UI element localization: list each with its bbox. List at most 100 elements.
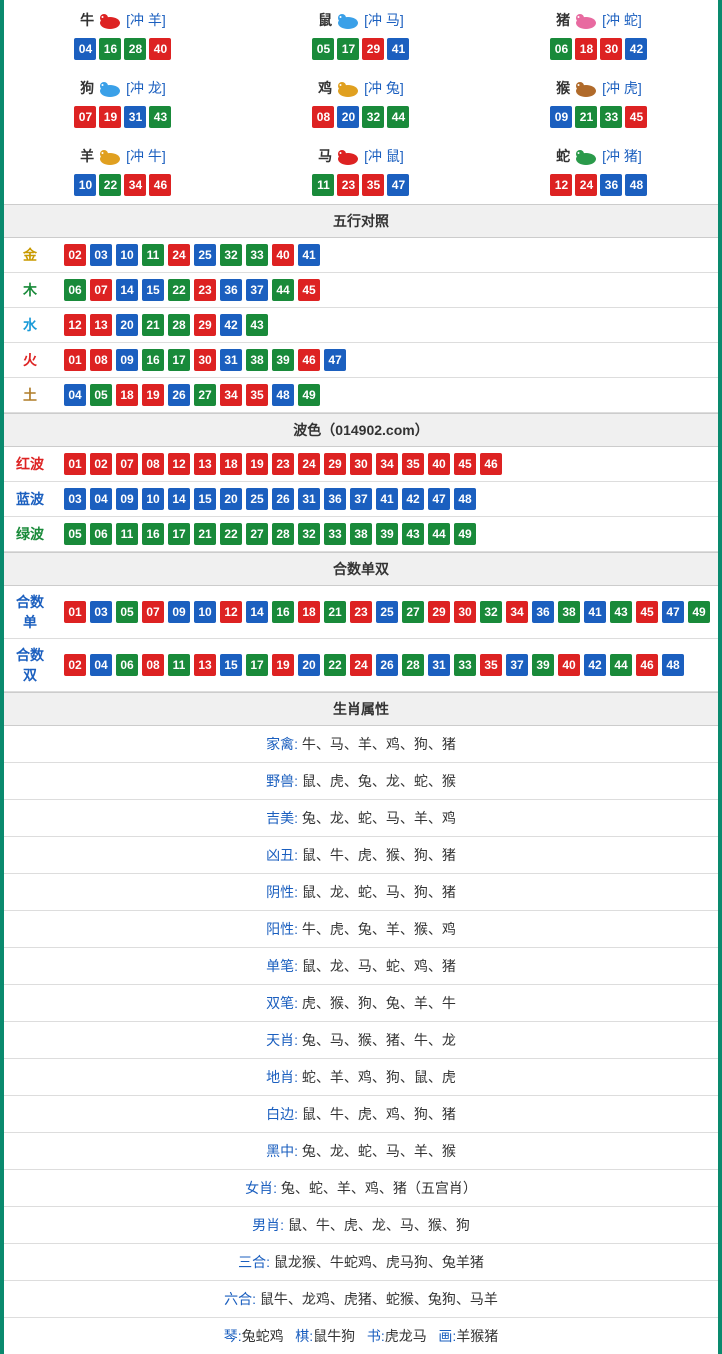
zodiac-icon xyxy=(572,9,600,31)
zodiac-cell: 猪 [冲 蛇] 06183042 xyxy=(481,4,717,66)
table-row: 水 1213202128294243 xyxy=(4,308,718,343)
number-ball: 42 xyxy=(584,654,606,676)
number-ball: 18 xyxy=(298,601,320,623)
table-row: 土 04051819262734354849 xyxy=(4,378,718,413)
number-ball: 06 xyxy=(550,38,572,60)
number-ball: 31 xyxy=(298,488,320,510)
number-ball: 28 xyxy=(272,523,294,545)
number-ball: 32 xyxy=(298,523,320,545)
zodiac-conflict: [冲 羊] xyxy=(126,10,166,30)
number-ball: 41 xyxy=(376,488,398,510)
number-ball: 04 xyxy=(90,488,112,510)
number-ball: 47 xyxy=(387,174,409,196)
number-ball: 22 xyxy=(99,174,121,196)
wuxing-table: 金 02031011242532334041 木 060714152223363… xyxy=(4,238,718,413)
number-ball: 15 xyxy=(142,279,164,301)
number-ball: 43 xyxy=(149,106,171,128)
attr-key: 家禽: xyxy=(266,736,302,752)
number-ball: 18 xyxy=(575,38,597,60)
table-row: 木 06071415222336374445 xyxy=(4,273,718,308)
row-numbers-cell: 0103050709101214161821232527293032343638… xyxy=(56,586,718,639)
number-ball: 04 xyxy=(64,384,86,406)
table-row: 绿波 05061116172122272832333839434449 xyxy=(4,517,718,552)
number-ball: 21 xyxy=(324,601,346,623)
zodiac-row: 狗 [冲 龙] 07193143 鸡 [冲 兔] 08203244 猴 xyxy=(4,68,718,136)
attr-row: 野兽: 鼠、虎、兔、龙、蛇、猴 xyxy=(4,763,718,800)
number-ball: 06 xyxy=(90,523,112,545)
number-ball: 04 xyxy=(74,38,96,60)
number-ball: 42 xyxy=(402,488,424,510)
zodiac-grid: 牛 [冲 羊] 04162840 鼠 [冲 马] 05172941 猪 xyxy=(4,0,718,204)
number-ball: 18 xyxy=(220,453,242,475)
table-row: 红波 0102070812131819232429303435404546 xyxy=(4,447,718,482)
number-ball: 42 xyxy=(220,314,242,336)
number-ball: 13 xyxy=(90,314,112,336)
number-ball: 20 xyxy=(298,654,320,676)
footer-key-qi: 棋: xyxy=(295,1328,313,1344)
attr-row: 吉美: 兔、龙、蛇、马、羊、鸡 xyxy=(4,800,718,837)
number-ball: 23 xyxy=(194,279,216,301)
number-ball: 03 xyxy=(90,601,112,623)
number-ball: 27 xyxy=(194,384,216,406)
section-header-wuxing: 五行对照 xyxy=(4,204,718,238)
number-ball: 17 xyxy=(168,523,190,545)
number-ball: 45 xyxy=(454,453,476,475)
zodiac-numbers: 10223446 xyxy=(5,174,241,196)
table-row: 合数双 020406081113151719202224262831333537… xyxy=(4,639,718,692)
number-ball: 43 xyxy=(610,601,632,623)
attr-row: 黑中: 兔、龙、蛇、马、羊、猴 xyxy=(4,1133,718,1170)
attr-row: 双笔: 虎、猴、狗、兔、羊、牛 xyxy=(4,985,718,1022)
number-ball: 41 xyxy=(584,601,606,623)
attr-row: 凶丑: 鼠、牛、虎、猴、狗、猪 xyxy=(4,837,718,874)
zodiac-icon xyxy=(96,77,124,99)
row-label: 水 xyxy=(4,308,56,343)
number-ball: 24 xyxy=(168,244,190,266)
number-ball: 21 xyxy=(142,314,164,336)
number-ball: 25 xyxy=(376,601,398,623)
attr-key: 吉美: xyxy=(266,810,302,826)
number-ball: 03 xyxy=(90,244,112,266)
number-ball: 17 xyxy=(246,654,268,676)
number-ball: 01 xyxy=(64,453,86,475)
number-ball: 48 xyxy=(272,384,294,406)
number-ball: 28 xyxy=(124,38,146,60)
number-ball: 34 xyxy=(220,384,242,406)
number-ball: 11 xyxy=(116,523,138,545)
number-ball: 31 xyxy=(124,106,146,128)
row-numbers-cell: 1213202128294243 xyxy=(56,308,718,343)
number-ball: 15 xyxy=(194,488,216,510)
number-ball: 40 xyxy=(272,244,294,266)
attr-val: 鼠龙猴、牛蛇鸡、虎马狗、兔羊猪 xyxy=(274,1254,484,1270)
number-ball: 47 xyxy=(428,488,450,510)
number-ball: 46 xyxy=(298,349,320,371)
number-ball: 07 xyxy=(116,453,138,475)
footer-row: 琴:兔蛇鸡 棋:鼠牛狗 书:虎龙马 画:羊猴猪 xyxy=(4,1318,718,1354)
number-ball: 12 xyxy=(168,453,190,475)
number-ball: 32 xyxy=(480,601,502,623)
number-ball: 44 xyxy=(428,523,450,545)
number-ball: 37 xyxy=(246,279,268,301)
number-ball: 23 xyxy=(350,601,372,623)
number-ball: 16 xyxy=(142,349,164,371)
zodiac-conflict: [冲 猪] xyxy=(602,146,642,166)
attr-key: 女肖: xyxy=(245,1180,281,1196)
attr-key: 三合: xyxy=(238,1254,274,1270)
attr-val: 鼠、虎、兔、龙、蛇、猴 xyxy=(302,773,456,789)
zodiac-name: 猴 xyxy=(556,78,570,98)
number-ball: 20 xyxy=(220,488,242,510)
number-ball: 38 xyxy=(350,523,372,545)
row-numbers-cell: 03040910141520252631363741424748 xyxy=(56,482,718,517)
attr-val: 兔、马、猴、猪、牛、龙 xyxy=(302,1032,456,1048)
number-ball: 22 xyxy=(220,523,242,545)
number-ball: 34 xyxy=(506,601,528,623)
number-ball: 05 xyxy=(312,38,334,60)
number-ball: 47 xyxy=(662,601,684,623)
row-numbers-cell: 0204060811131517192022242628313335373940… xyxy=(56,639,718,692)
zodiac-cell: 马 [冲 鼠] 11233547 xyxy=(243,140,479,202)
zodiac-icon xyxy=(96,9,124,31)
attr-val: 牛、虎、兔、羊、猴、鸡 xyxy=(302,921,456,937)
number-ball: 45 xyxy=(636,601,658,623)
attr-row: 白边: 鼠、牛、虎、鸡、狗、猪 xyxy=(4,1096,718,1133)
number-ball: 34 xyxy=(376,453,398,475)
number-ball: 08 xyxy=(90,349,112,371)
